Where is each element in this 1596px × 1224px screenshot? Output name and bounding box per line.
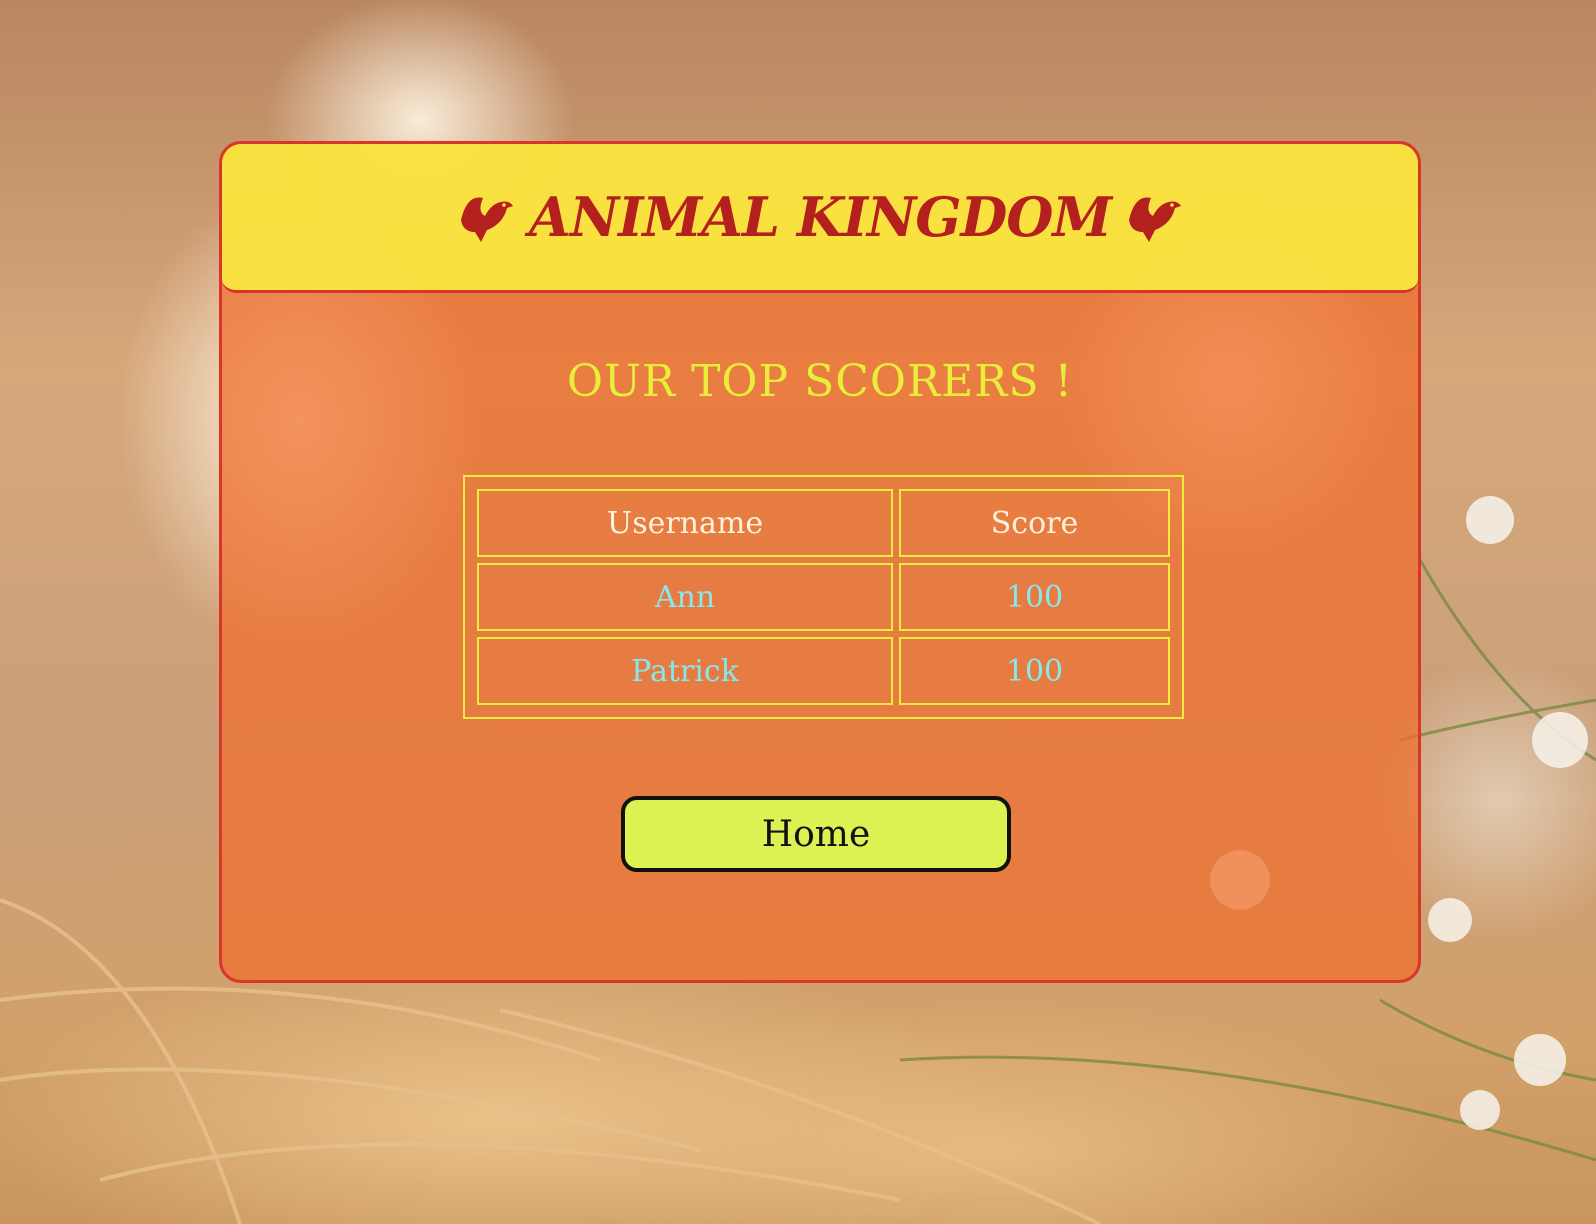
score-cell: 100 [899,637,1170,705]
username-cell: Patrick [477,637,893,705]
bird-icon [457,190,515,244]
table-header-row: Username Score [477,489,1170,557]
score-cell: 100 [899,563,1170,631]
scoreboard-panel: ANIMAL KINGDOM OUR TOP SCORERS ! Usernam… [219,141,1421,983]
column-header-username: Username [477,489,893,557]
app-title: ANIMAL KINGDOM [528,185,1112,249]
header-banner: ANIMAL KINGDOM [222,144,1418,293]
top-scorers-table: Username Score Ann 100 Patrick 100 [463,475,1184,719]
username-cell: Ann [477,563,893,631]
table-row: Patrick 100 [477,637,1170,705]
bird-icon [1125,190,1183,244]
page-title: OUR TOP SCORERS ! [566,356,1074,407]
column-header-score: Score [899,489,1170,557]
home-button[interactable]: Home [621,796,1011,872]
table-row: Ann 100 [477,563,1170,631]
